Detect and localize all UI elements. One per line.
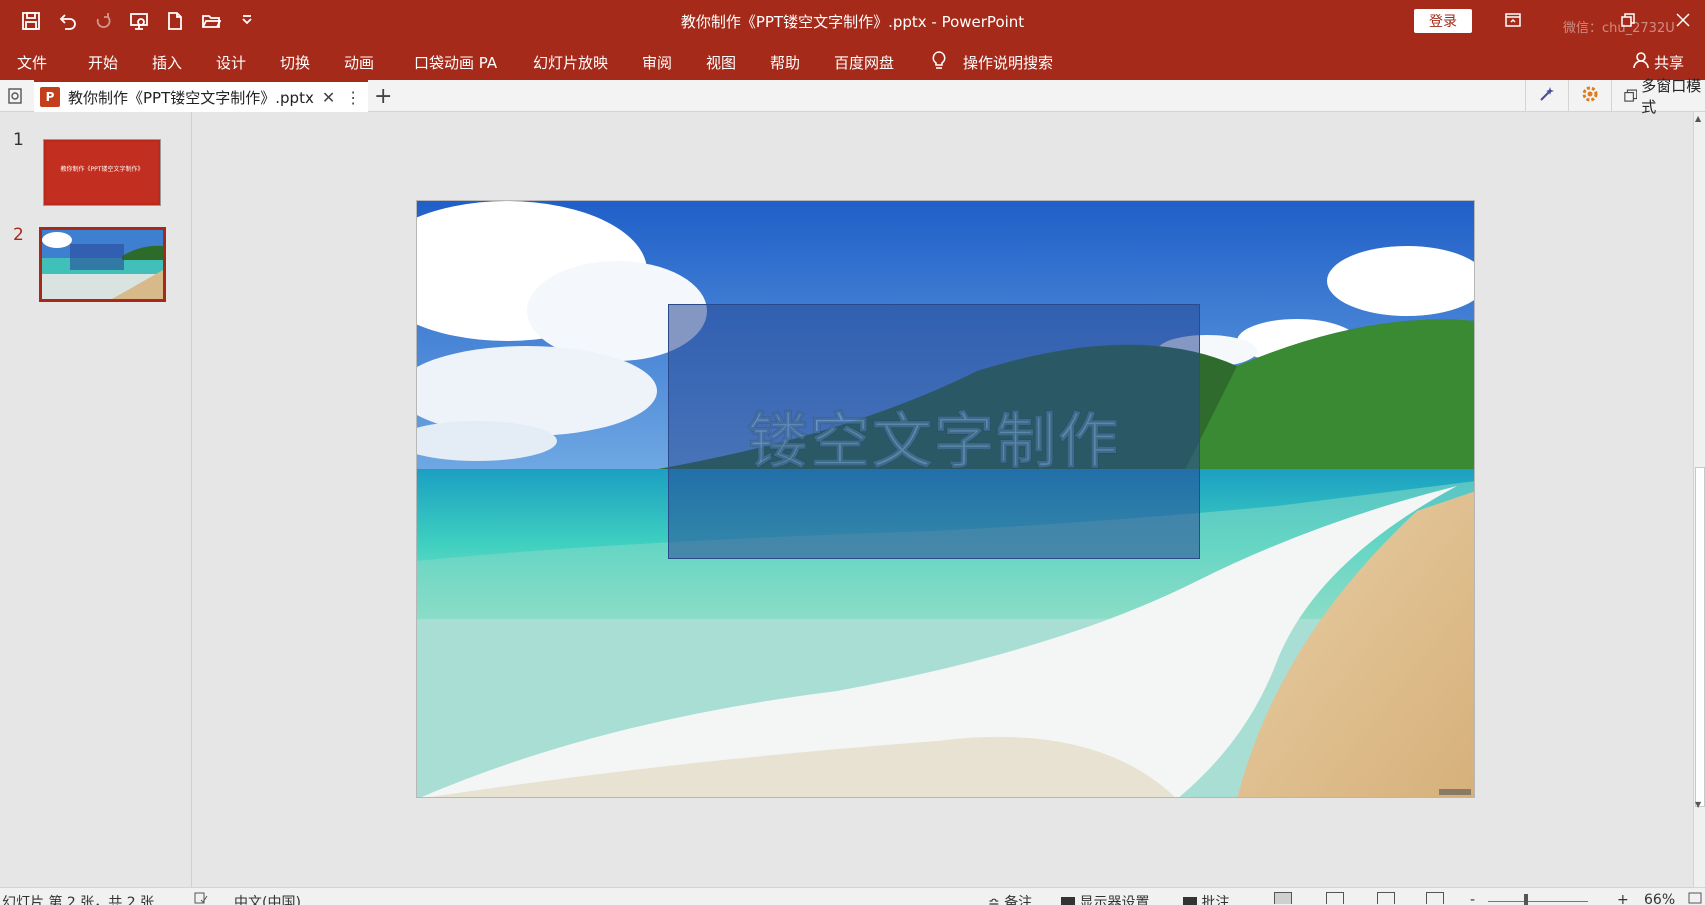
- normal-view-icon[interactable]: [1274, 892, 1292, 904]
- zoom-out-button[interactable]: -: [1470, 892, 1475, 905]
- slide-count-status: 幻灯片 第 2 张，共 2 张: [2, 895, 155, 905]
- thumbnail-number: 1: [13, 130, 24, 150]
- fit-to-window-icon[interactable]: [1688, 892, 1702, 904]
- status-bar: 幻灯片 第 2 张，共 2 张 中文(中国) ≏ 备注 显示器设置 批注 - +…: [0, 887, 1705, 905]
- tab-design[interactable]: 设计: [216, 52, 246, 73]
- hollow-title-text[interactable]: 镂空文字制作: [669, 393, 1199, 480]
- zoom-slider-handle[interactable]: [1524, 894, 1528, 905]
- slideshow-from-start-icon[interactable]: [126, 8, 152, 34]
- slideshow-view-icon[interactable]: [1426, 892, 1444, 904]
- tab-insert[interactable]: 插入: [152, 52, 182, 73]
- tab-file[interactable]: 文件: [17, 52, 47, 73]
- close-window-icon[interactable]: [1666, 6, 1700, 34]
- multi-window-mode-button[interactable]: 多窗口模式: [1623, 75, 1705, 117]
- tab-pocket-animation[interactable]: 口袋动画 PA: [414, 52, 497, 73]
- thumbnail-title: 教你制作《PPT镂空文字制作》: [60, 166, 144, 173]
- scroll-down-arrow-icon[interactable]: ▼: [1695, 800, 1701, 809]
- tab-transitions[interactable]: 切换: [280, 52, 310, 73]
- tab-strip-tools: 多窗口模式: [1525, 77, 1705, 116]
- lightbulb-icon: [930, 50, 948, 74]
- display-settings-button[interactable]: 显示器设置: [1061, 892, 1149, 905]
- comment-icon: [1183, 897, 1197, 905]
- redo-icon[interactable]: [90, 8, 116, 34]
- save-icon[interactable]: [18, 8, 44, 34]
- zoom-in-button[interactable]: +: [1617, 892, 1629, 905]
- comments-label: 批注: [1201, 895, 1230, 905]
- comments-button[interactable]: 批注: [1183, 892, 1229, 905]
- share-label: 共享: [1654, 53, 1685, 72]
- more-options-icon[interactable]: ⋮: [345, 88, 361, 107]
- powerpoint-icon: P: [40, 87, 60, 107]
- multi-window-icon: [1623, 89, 1637, 102]
- divider: [1525, 80, 1526, 112]
- file-menu-icon[interactable]: [6, 87, 24, 105]
- notes-button[interactable]: ≏ 备注: [988, 892, 1032, 905]
- monitor-icon: [1061, 897, 1075, 905]
- share-button[interactable]: 共享: [1632, 51, 1684, 73]
- tab-slideshow[interactable]: 幻灯片放映: [533, 52, 608, 73]
- tab-view[interactable]: 视图: [706, 52, 736, 73]
- quick-access-toolbar: [18, 8, 260, 34]
- vertical-scrollbar[interactable]: ▲ ▼: [1693, 112, 1705, 887]
- undo-icon[interactable]: [54, 8, 80, 34]
- close-tab-icon[interactable]: ✕: [322, 88, 335, 107]
- scrollbar-thumb[interactable]: [1695, 467, 1705, 807]
- slide-thumbnail-2[interactable]: [39, 227, 166, 302]
- image-credit-mark: [1439, 789, 1471, 795]
- tab-home[interactable]: 开始: [88, 52, 118, 73]
- reading-view-icon[interactable]: [1377, 892, 1395, 904]
- slide-thumbnails-pane: 1 教你制作《PPT镂空文字制作》 2: [0, 112, 192, 887]
- hollow-text-box[interactable]: 镂空文字制作: [668, 304, 1200, 559]
- title-bar: 教你制作《PPT镂空文字制作》.pptx - PowerPoint 微信：chu…: [0, 0, 1705, 42]
- zoom-level[interactable]: 66%: [1644, 892, 1675, 905]
- tab-baidu-netdisk[interactable]: 百度网盘: [834, 52, 894, 73]
- display-settings-label: 显示器设置: [1079, 895, 1150, 905]
- spell-check-icon[interactable]: [194, 892, 208, 904]
- multi-window-label: 多窗口模式: [1641, 77, 1702, 116]
- scroll-up-arrow-icon[interactable]: ▲: [1695, 114, 1701, 123]
- tab-review[interactable]: 审阅: [642, 52, 672, 73]
- settings-gear-icon[interactable]: [1581, 85, 1599, 107]
- magic-wand-icon[interactable]: [1538, 85, 1556, 107]
- divider: [1567, 80, 1569, 112]
- document-tab[interactable]: P 教你制作《PPT镂空文字制作》.pptx ✕ ⋮: [34, 80, 368, 112]
- slide-sorter-view-icon[interactable]: [1326, 892, 1344, 904]
- ribbon-tabs: 文件 开始 插入 设计 切换 动画 口袋动画 PA 幻灯片放映 审阅 视图 帮助…: [0, 42, 1705, 80]
- tab-animations[interactable]: 动画: [344, 52, 374, 73]
- ribbon-display-options-icon[interactable]: [1496, 6, 1530, 34]
- document-tab-strip: P 教你制作《PPT镂空文字制作》.pptx ✕ ⋮ + 多窗口模式: [0, 77, 1705, 116]
- thumbnail-number: 2: [13, 225, 24, 245]
- tab-help[interactable]: 帮助: [770, 52, 800, 73]
- customize-qat-icon[interactable]: [234, 8, 260, 34]
- new-tab-icon[interactable]: +: [374, 84, 392, 109]
- person-icon: [1632, 51, 1650, 73]
- new-file-icon[interactable]: [162, 8, 188, 34]
- slide-thumbnail-1[interactable]: 教你制作《PPT镂空文字制作》: [43, 139, 161, 206]
- language-status[interactable]: 中文(中国): [234, 892, 301, 905]
- login-button[interactable]: 登录: [1414, 9, 1472, 33]
- zoom-slider[interactable]: [1488, 901, 1588, 902]
- document-tab-label: 教你制作《PPT镂空文字制作》.pptx: [68, 88, 314, 107]
- notes-label: 备注: [1004, 895, 1033, 905]
- beach-thumbnail-image: [42, 230, 163, 299]
- restore-window-icon[interactable]: [1611, 6, 1645, 34]
- divider: [1610, 80, 1612, 112]
- tell-me-search[interactable]: 操作说明搜索: [963, 52, 1053, 73]
- slide-canvas[interactable]: 镂空文字制作: [416, 200, 1475, 798]
- open-folder-icon[interactable]: [198, 8, 224, 34]
